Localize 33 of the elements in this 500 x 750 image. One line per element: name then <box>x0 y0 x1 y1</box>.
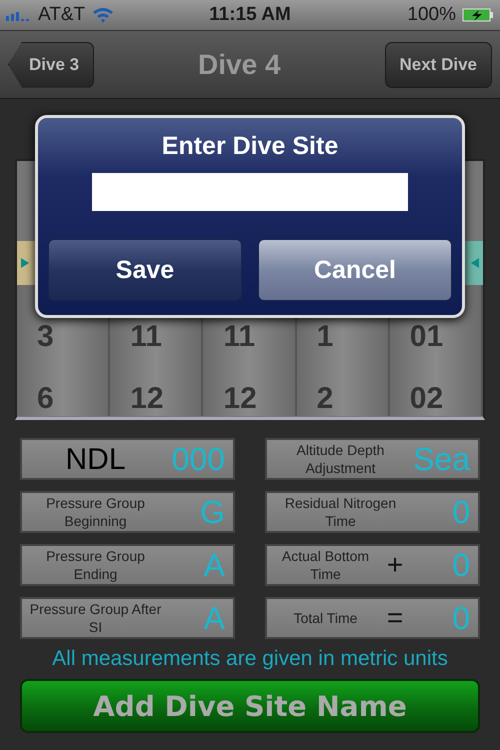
card-label: Pressure Group After SI <box>28 600 162 636</box>
back-button[interactable]: Dive 3 <box>8 42 94 88</box>
wifi-icon <box>91 6 116 24</box>
right-arrow-icon <box>20 257 30 269</box>
clock-time: 11:15 AM <box>209 4 291 26</box>
operator-sign: + <box>386 549 404 581</box>
card-label: NDL <box>64 442 126 478</box>
nav-title: Dive 4 <box>198 48 281 80</box>
card-label: Altitude Depth Adjustment <box>296 440 386 478</box>
card-label: Pressure Group Beginning <box>45 494 146 530</box>
next-button[interactable]: Next Dive <box>384 42 492 88</box>
battery-percent: 100% <box>407 4 456 26</box>
card-label: Total Time <box>292 608 358 628</box>
card-value: 0 <box>451 494 470 530</box>
dialog-title: Enter Dive Site <box>162 132 338 161</box>
site-input-field[interactable] <box>92 173 408 211</box>
card-value: 0 <box>451 546 470 584</box>
save-button[interactable]: Save <box>48 239 242 301</box>
card-label: Actual Bottom Time <box>280 546 370 584</box>
card-value: G <box>199 494 225 530</box>
left-arrow-icon <box>470 257 480 269</box>
card-value: Sea <box>412 440 470 478</box>
signal-icon <box>6 9 32 21</box>
card-value: A <box>202 600 225 636</box>
card-value: A <box>202 546 225 584</box>
cancel-button[interactable]: Cancel <box>258 239 452 301</box>
card-value: 0 <box>451 600 470 636</box>
card-label: Residual Nitrogen Time <box>284 494 398 530</box>
units-note: All measurements are given in metric units <box>51 647 449 671</box>
carrier-name: AT&T <box>38 4 86 26</box>
card-label: Pressure Group Ending <box>45 546 146 584</box>
card-value: 000 <box>170 440 225 478</box>
operator-sign: = <box>386 602 404 634</box>
